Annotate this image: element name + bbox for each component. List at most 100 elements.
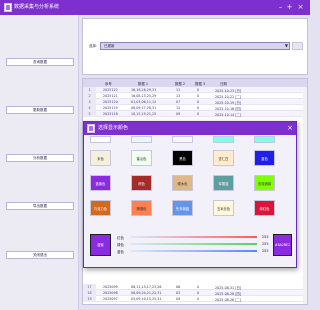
table-cell: 2025-10-14 [二] — [215, 113, 242, 117]
table-cell: 16,08,15,25,29 — [131, 94, 157, 98]
color-swatch[interactable] — [90, 136, 111, 143]
color-swatch[interactable] — [213, 136, 234, 143]
table-cell: 11 — [176, 88, 181, 92]
blue-slider-label: 蓝色 — [117, 250, 124, 254]
table-cell: 2025098 — [103, 291, 118, 295]
header-col-4[interactable]: 数据 3 — [195, 81, 205, 86]
green-value: 255 — [262, 242, 269, 246]
sidebar: 查询数据 更新数据 分析数据 导出数据 关闭退出 — [0, 15, 79, 310]
table-cell: 12 — [176, 106, 181, 110]
window-title: 数据采集与分析系统 — [14, 4, 60, 10]
maximize-button[interactable]: + — [285, 2, 294, 12]
table-scrollbar[interactable] — [303, 87, 307, 304]
swatch-grid: 米色 蜜瓜色 黑色 杏仁白 蓝色蓝紫色 棕色 硬木色 军服蓝 查特酒绿巧克力色 珊瑚色 矢车菊蓝 玉米… — [84, 122, 296, 222]
color-swatch[interactable]: 杏仁白 — [213, 150, 234, 166]
color-swatch[interactable]: 军服蓝 — [213, 175, 234, 191]
color-adjust-panel: 蓝紫 红色 255 绿色 255 蓝色 255 #8A2BE2 — [84, 224, 296, 264]
blue-value: 255 — [262, 249, 269, 253]
row-number: 19 — [83, 296, 96, 302]
color-swatch[interactable]: 米色 — [90, 150, 111, 166]
table-cell: 2025119 — [103, 106, 118, 110]
table-cell: 03 — [176, 291, 181, 295]
blue-slider-fill — [131, 250, 257, 252]
color-swatch[interactable]: 深红色 — [254, 200, 275, 216]
filter-label: 选择: — [89, 44, 98, 48]
color-swatch[interactable]: 查特酒绿 — [254, 175, 275, 191]
table-cell: 0 — [197, 94, 200, 98]
header-col-1[interactable]: 序号 — [105, 81, 112, 86]
status-combo[interactable]: 已更新 ▼ — [100, 42, 290, 50]
color-picker-dialog: 选择显示颜色 × 米色 蜜瓜色 黑色 杏仁白 蓝色 蓝紫色 棕色 硬木色 军服蓝 查特酒绿 巧克力色… — [83, 121, 297, 268]
combo-value: 已更新 — [104, 44, 115, 48]
row-number: 5 — [83, 111, 96, 117]
chevron-down-icon[interactable]: ▼ — [285, 43, 288, 48]
table-cell: 2025099 — [103, 285, 118, 289]
red-slider-label: 红色 — [117, 236, 124, 240]
table-cell: 0 — [197, 106, 200, 110]
color-preview-swatch[interactable]: 蓝紫 — [90, 234, 111, 256]
table-cell: 16,18,26,29,31 — [131, 88, 157, 92]
table-cell: 2025097 — [103, 297, 118, 301]
minimize-button[interactable]: – — [276, 2, 285, 12]
header-col-5[interactable]: 日期 — [220, 81, 227, 86]
app-icon — [4, 3, 12, 12]
table-cell: 01,03,06,11,12 — [131, 100, 157, 104]
color-swatch[interactable]: 玉米丝色 — [213, 200, 234, 216]
table-cell: 2025121 — [103, 94, 118, 98]
table-cell: 08,09,20,21,22,31 — [131, 291, 162, 295]
table-cell: 09 — [176, 112, 181, 116]
table-row[interactable]: 19 2025097 03,09,10,15,25,31 09 0 2025-0… — [83, 296, 307, 302]
header-col-2[interactable]: 数据 1 — [138, 81, 148, 86]
red-value: 255 — [262, 235, 269, 239]
table-cell: 0 — [197, 291, 200, 295]
table-cell: 2025120 — [103, 100, 118, 104]
header-col-3[interactable]: 数据 2 — [175, 81, 185, 86]
color-swatch[interactable] — [172, 136, 193, 143]
table-cell: 0 — [197, 100, 200, 104]
color-swatch[interactable]: 黑色 — [172, 150, 193, 166]
export-data-button[interactable]: 导出数据 — [6, 202, 74, 210]
table-cell: 09 — [176, 297, 181, 301]
table-row[interactable]: 5 2025118 10,15,19,21,25 09 0 2025-10-14… — [83, 111, 307, 117]
color-swatch[interactable]: 巧克力色 — [90, 200, 111, 216]
table-cell: 0 — [197, 88, 200, 92]
update-data-button[interactable]: 更新数据 — [6, 106, 74, 114]
table-cell: 13 — [176, 94, 181, 98]
table-cell: 07 — [176, 100, 181, 104]
color-swatch[interactable]: 珊瑚色 — [131, 200, 152, 216]
table-cell: 06 — [176, 285, 181, 289]
green-slider-label: 绿色 — [117, 243, 124, 247]
query-data-button[interactable]: 查询数据 — [6, 58, 74, 66]
color-swatch[interactable] — [254, 136, 275, 143]
table-cell: 10,15,19,21,25 — [131, 112, 157, 116]
table-cell: 2025122 — [103, 88, 118, 92]
filter-panel: 选择: 已更新 ▼ — [82, 18, 308, 75]
red-slider-fill — [131, 236, 257, 238]
table-cell: 0 — [197, 112, 200, 116]
title-bar: 数据采集与分析系统 – + × — [0, 0, 310, 15]
table-cell: 08,11,15,17,23,26 — [131, 285, 162, 289]
table-cell: 2025-08-26 [二] — [215, 298, 242, 302]
combo-side-button[interactable] — [292, 42, 303, 50]
table-cell: 03,09,10,15,25,31 — [131, 297, 162, 301]
table-cell: 0 — [197, 297, 200, 301]
blue-slider[interactable] — [131, 250, 257, 252]
green-slider-fill — [131, 243, 257, 245]
color-swatch[interactable] — [131, 136, 152, 143]
color-swatch[interactable]: 蓝色 — [254, 150, 275, 166]
red-slider[interactable] — [131, 236, 257, 238]
color-swatch[interactable]: 硬木色 — [172, 175, 193, 191]
color-swatch[interactable]: 蜜瓜色 — [131, 150, 152, 166]
analyze-data-button[interactable]: 分析数据 — [6, 154, 74, 162]
close-button[interactable]: × — [296, 2, 305, 12]
exit-button[interactable]: 关闭退出 — [6, 251, 74, 259]
color-swatch[interactable]: 矢车菊蓝 — [172, 200, 193, 216]
table-cell: 08,09,17,28,31 — [131, 106, 157, 110]
table-cell: 0 — [197, 285, 200, 289]
table-header: 序号 数据 1 数据 2 数据 3 日期 — [83, 79, 307, 87]
table-cell: 2025118 — [103, 112, 118, 116]
hex-color-display[interactable]: #8A2BE2 — [273, 234, 292, 256]
color-swatch[interactable]: 蓝紫色 — [90, 175, 111, 191]
green-slider[interactable] — [131, 243, 257, 245]
color-swatch[interactable]: 棕色 — [131, 175, 152, 191]
